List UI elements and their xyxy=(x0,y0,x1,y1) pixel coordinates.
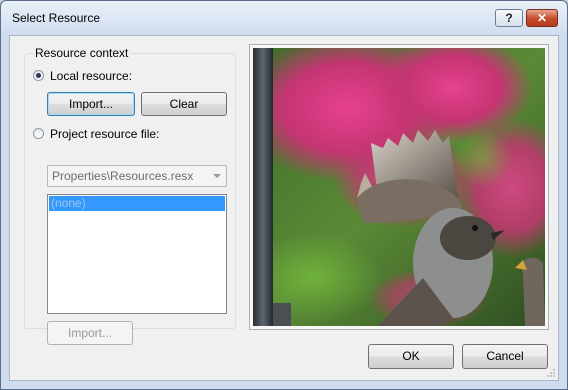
close-icon: ✕ xyxy=(536,11,548,25)
ok-button-label: OK xyxy=(402,349,420,363)
import-button[interactable]: Import... xyxy=(47,92,135,116)
clear-button-label: Clear xyxy=(169,97,199,111)
dialog-body: Resource context Local resource: Import.… xyxy=(9,35,559,381)
cancel-button-label: Cancel xyxy=(486,349,524,363)
preview-frame xyxy=(249,44,549,330)
list-item[interactable]: (none) xyxy=(49,196,225,211)
local-resource-label: Local resource: xyxy=(50,69,133,83)
radio-unchecked-icon xyxy=(33,128,44,139)
resource-list[interactable]: (none) xyxy=(47,194,227,314)
resource-context-group: Resource context Local resource: Import.… xyxy=(24,46,236,345)
help-icon: ? xyxy=(505,11,513,25)
select-resource-dialog: Select Resource ? ✕ Resource context Loc… xyxy=(0,0,568,390)
title-bar[interactable]: Select Resource ? ✕ xyxy=(1,1,567,35)
bird-photo-icon xyxy=(253,48,545,326)
ok-button[interactable]: OK xyxy=(368,344,454,369)
close-button[interactable]: ✕ xyxy=(526,9,558,27)
help-button[interactable]: ? xyxy=(495,9,523,27)
project-file-value: Properties\Resources.resx xyxy=(52,169,194,183)
chevron-down-icon xyxy=(213,174,221,178)
radio-checked-icon xyxy=(33,70,44,81)
project-import-label: Import... xyxy=(67,326,112,340)
preview-image xyxy=(253,48,545,326)
window-title: Select Resource xyxy=(12,11,101,25)
project-resource-label: Project resource file: xyxy=(50,127,160,141)
group-legend: Resource context xyxy=(33,46,131,60)
cancel-button[interactable]: Cancel xyxy=(462,344,548,369)
project-import-button[interactable]: Import... xyxy=(47,321,133,345)
clear-button[interactable]: Clear xyxy=(141,92,227,116)
import-button-label: Import... xyxy=(68,97,113,111)
project-file-dropdown[interactable]: Properties\Resources.resx xyxy=(47,165,227,187)
resize-grip-icon[interactable] xyxy=(546,368,556,378)
